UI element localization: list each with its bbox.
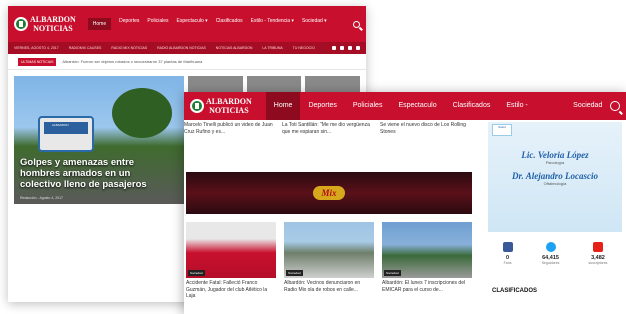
- back-nav-policiales[interactable]: Policiales: [147, 18, 168, 30]
- tree-image: [112, 88, 172, 138]
- back-social-icons: [332, 46, 360, 50]
- facebook-icon[interactable]: [332, 46, 336, 50]
- card-image[interactable]: Sociedad: [186, 222, 276, 278]
- article-card[interactable]: Sociedad Accidente Fatal: Falleció Franc…: [186, 222, 276, 300]
- card-image[interactable]: Sociedad: [284, 222, 374, 278]
- sidebar: Salud Lic. Veloria López Psicología Dr. …: [488, 122, 622, 294]
- back-sub-link[interactable]: RADIOMIX CAUSES: [69, 46, 102, 50]
- back-nav-deportes[interactable]: Deportes: [119, 18, 139, 30]
- social-facebook[interactable]: 0 Fans: [502, 242, 513, 284]
- facebook-icon: [502, 242, 513, 252]
- twitter-icon[interactable]: [340, 46, 344, 50]
- logo-mark-icon: [14, 17, 28, 31]
- nav-estilo-tendencia[interactable]: Estilo - Tendencia: [498, 92, 565, 137]
- ad-logo: Salud: [492, 124, 512, 136]
- article-card[interactable]: Sociedad Albardón: El lunes 7 inscripcio…: [382, 222, 472, 300]
- social-label: suscriptores: [588, 261, 608, 265]
- featured-meta: Redacción - Agosto 4, 2017: [20, 196, 64, 200]
- back-ticker: ULTIMAS NOTICIAS Albardón: Fueron ser ob…: [8, 54, 366, 70]
- ad-name-1: Lic. Veloria López: [521, 150, 589, 160]
- social-youtube[interactable]: 3,482 suscriptores: [588, 242, 608, 284]
- youtube-icon[interactable]: [356, 46, 360, 50]
- article-card[interactable]: Sociedad Albardón: Vecinos denunciaron e…: [284, 222, 374, 300]
- featured-title[interactable]: Golpes y amenazas entre hombres armados …: [20, 157, 170, 190]
- nav-clasificados[interactable]: Clasificados: [445, 92, 499, 120]
- logo-mark-icon: [190, 99, 204, 113]
- front-header: ALBARDON NOTICIAS Home Deportes Policial…: [184, 92, 626, 137]
- back-logo[interactable]: ALBARDON NOTICIAS: [14, 15, 76, 33]
- social-label: Seguidores: [541, 261, 560, 265]
- card-caption[interactable]: Accidente Fatal: Falleció Franco Guzmán,…: [186, 280, 276, 300]
- back-sub-link[interactable]: TU NEGOCIO: [293, 46, 315, 50]
- back-nav-estilo[interactable]: Estilo - Tendencia ▾: [251, 18, 294, 30]
- back-nav-sociedad[interactable]: Sociedad ▾: [302, 18, 327, 30]
- ad-name-2: Dr. Alejandro Locascio: [512, 171, 598, 181]
- category-badge: Sociedad: [188, 270, 205, 276]
- card-image[interactable]: Sociedad: [382, 222, 472, 278]
- ad-spec-2: Oftalmología: [543, 181, 567, 186]
- card-caption[interactable]: Albardón: Vecinos denunciaron en Radio M…: [284, 280, 374, 293]
- back-sub-link[interactable]: RADIO MIX NOTICIAS: [111, 46, 147, 50]
- logo-line2: NOTICIAS: [209, 106, 249, 115]
- mix-logo: Mix: [313, 186, 345, 200]
- headline-item[interactable]: La Toti Santillán: "Me me dio vergüenza …: [282, 122, 372, 135]
- back-nav-espectaculo[interactable]: Espectaculo ▾: [177, 18, 208, 30]
- sidebar-ad[interactable]: Salud Lic. Veloria López Psicología Dr. …: [488, 122, 622, 232]
- headline-item[interactable]: Marcelo Tinelli publicó un video de Juan…: [184, 122, 274, 135]
- nav-deportes[interactable]: Deportes: [300, 92, 344, 120]
- social-twitter[interactable]: 64,415 Seguidores: [541, 242, 560, 284]
- logo-line1: ALBARDON: [30, 15, 76, 24]
- card-caption[interactable]: Albardón: El lunes 7 inscripciones del E…: [382, 280, 472, 293]
- headline-item[interactable]: Se viene el nuevo disco de Los Rolling S…: [380, 122, 470, 135]
- ad-spec-1: Psicología: [545, 160, 565, 165]
- category-badge: Sociedad: [384, 270, 401, 276]
- social-label: Fans: [503, 261, 512, 265]
- back-nav-home[interactable]: Home: [87, 18, 112, 30]
- nav-espectaculo[interactable]: Espectaculo: [390, 92, 444, 120]
- search-icon[interactable]: [610, 101, 620, 111]
- ticker-text[interactable]: Albardón: Fueron ser objetos robados o s…: [62, 59, 202, 64]
- logo-line1: ALBARDON: [206, 97, 252, 106]
- back-sub-link[interactable]: RADIO ALBARDON NOTICIAS: [157, 46, 206, 50]
- category-badge: Sociedad: [286, 270, 303, 276]
- stage: ALBARDON NOTICIAS Home Deportes Policial…: [0, 0, 626, 314]
- classifieds-heading: CLASIFICADOS: [492, 288, 537, 294]
- ticker-tag: ULTIMAS NOTICIAS: [18, 57, 57, 66]
- youtube-icon: [592, 242, 603, 252]
- bus-image: ALBARDON: [38, 116, 94, 152]
- card-row: Sociedad Accidente Fatal: Falleció Franc…: [186, 222, 476, 300]
- social-counters: 0 Fans 64,415 Seguidores 3,482 suscripto…: [488, 232, 622, 284]
- back-sub-link[interactable]: NOTICIAS ALBARDON: [216, 46, 253, 50]
- radio-mix-banner[interactable]: Mix: [186, 172, 472, 214]
- nav-policiales[interactable]: Policiales: [345, 92, 391, 120]
- back-featured-article[interactable]: ALBARDON Golpes y amenazas entre hombres…: [14, 76, 184, 204]
- front-logo[interactable]: ALBARDON NOTICIAS: [190, 97, 252, 115]
- back-nav: Home Deportes Policiales Espectaculo ▾ C…: [87, 18, 327, 30]
- back-nav-clasificados[interactable]: Clasificados: [216, 18, 243, 30]
- back-sub-link[interactable]: LA TRIBUNA: [262, 46, 282, 50]
- instagram-icon[interactable]: [348, 46, 352, 50]
- back-header: ALBARDON NOTICIAS Home Deportes Policial…: [8, 6, 366, 42]
- back-subbar: VIERNES, AGOSTO 4, 2017 RADIOMIX CAUSES …: [8, 42, 366, 54]
- headline-row: Marcelo Tinelli publicó un video de Juan…: [184, 122, 474, 135]
- front-browser-window: ALBARDON NOTICIAS Home Deportes Policial…: [184, 92, 626, 314]
- back-search-icon[interactable]: [353, 20, 360, 28]
- bus-sign: ALBARDON: [52, 123, 69, 127]
- twitter-icon: [545, 242, 556, 252]
- logo-line2: NOTICIAS: [33, 24, 73, 33]
- nav-sociedad[interactable]: Sociedad: [565, 92, 610, 120]
- front-nav: Home Deportes Policiales Espectaculo Cla…: [265, 92, 611, 137]
- nav-home[interactable]: Home: [265, 92, 301, 120]
- back-date: VIERNES, AGOSTO 4, 2017: [14, 46, 59, 50]
